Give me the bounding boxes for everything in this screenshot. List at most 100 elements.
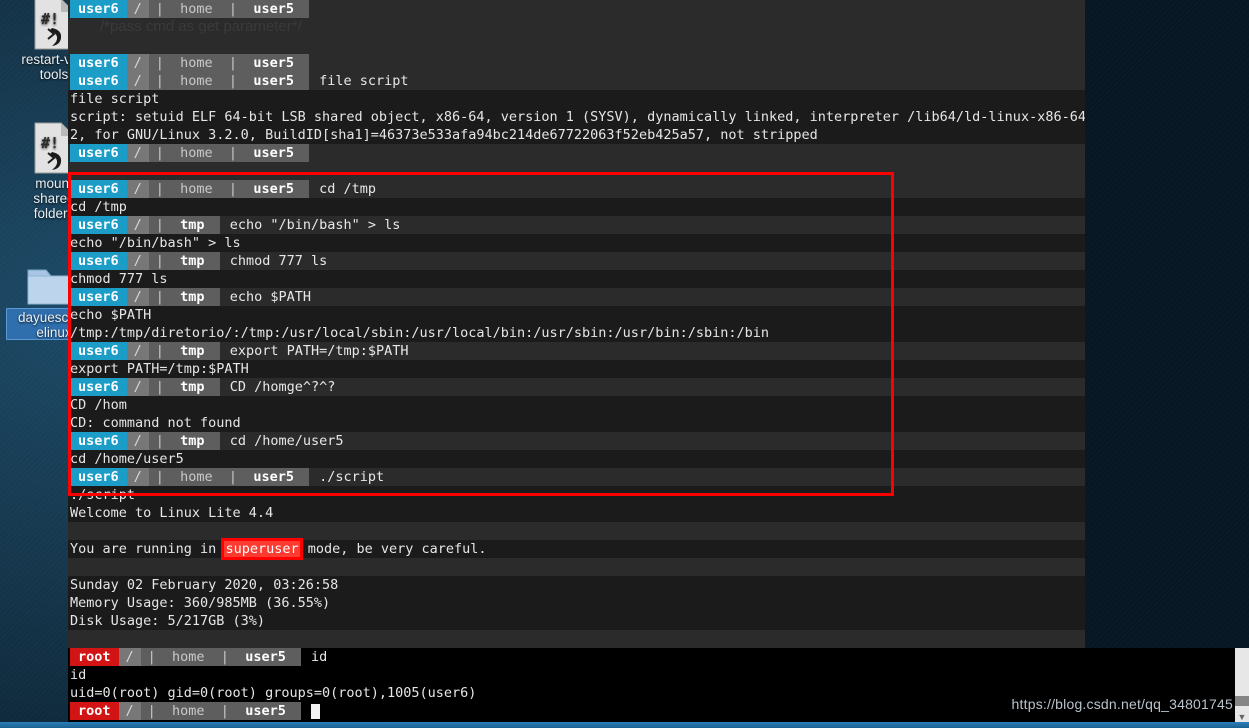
terminal-output-line: echo $PATH	[68, 306, 1085, 324]
prompt-user-segment: user6	[70, 72, 127, 90]
prompt-slash-segment: /	[118, 702, 141, 720]
terminal-output-line: Sunday 02 February 2020, 03:26:58	[68, 576, 1085, 594]
svg-text:#!: #!	[41, 10, 59, 28]
prompt-user-segment: user6	[70, 216, 127, 234]
prompt-user-segment: user6	[70, 180, 127, 198]
terminal-output-line: Welcome to Linux Lite 4.4	[68, 504, 1085, 522]
prompt-slash-segment: /	[126, 342, 149, 360]
prompt-slash-segment: /	[126, 252, 149, 270]
prompt-user-segment: user6	[70, 54, 127, 72]
prompt-slash-segment: /	[126, 72, 149, 90]
terminal-prompt-line: user6/| tmp echo "/bin/bash" > ls	[68, 216, 1085, 234]
prompt-user-segment: user6	[70, 378, 127, 396]
terminal-output-line: id	[70, 667, 87, 683]
terminal-output-line: You are running in superuser mode, be ve…	[68, 538, 1085, 560]
prompt-slash-segment: /	[126, 54, 149, 72]
prompt-path-segment: | home | user5	[148, 0, 310, 18]
prompt-path-segment: | home | user5	[140, 648, 301, 666]
prompt-user-segment: user6	[70, 144, 127, 162]
terminal-cursor	[310, 703, 320, 719]
svg-text:#!: #!	[41, 134, 59, 152]
terminal-output-line: script: setuid ELF 64-bit LSB shared obj…	[68, 108, 1085, 126]
terminal-command-text: chmod 777 ls	[229, 253, 328, 269]
terminal-prompt-line: user6/| home | user5	[68, 54, 1085, 72]
terminal-output-line: Memory Usage: 360/985MB (36.55%)	[68, 594, 1085, 612]
prompt-path-segment: | tmp	[148, 432, 220, 450]
terminal-faded-text: /*pass cmd as get parameter*/	[100, 18, 302, 35]
prompt-path-segment: | home | user5	[148, 468, 310, 486]
terminal-prompt-line: user6/| tmp echo $PATH	[68, 288, 1085, 306]
prompt-slash-segment: /	[118, 648, 141, 666]
prompt-path-segment: | tmp	[148, 252, 220, 270]
prompt-user-segment: user6	[70, 0, 127, 18]
terminal-output-line: file script	[68, 90, 1085, 108]
watermark-url: https://blog.csdn.net/qq_34801745	[1011, 696, 1233, 712]
terminal-prompt-line: user6/| tmp cd /home/user5	[68, 432, 1085, 450]
taskbar	[0, 722, 1249, 728]
prompt-user-segment: user6	[70, 468, 127, 486]
prompt-user-segment: user6	[70, 288, 127, 306]
terminal-prompt-line: user6/| home | user5	[68, 0, 1085, 18]
prompt-path-segment: | tmp	[148, 216, 220, 234]
terminal-output-line: ./script	[68, 486, 1085, 504]
prompt-slash-segment: /	[126, 180, 149, 198]
terminal-prompt-line: user6/| tmp export PATH=/tmp:$PATH	[68, 342, 1085, 360]
terminal-prompt-line: user6/| home | user5 ./script	[68, 468, 1085, 486]
prompt-slash-segment: /	[126, 144, 149, 162]
prompt-slash-segment: /	[126, 432, 149, 450]
terminal-prompt-line: user6/| tmp chmod 777 ls	[68, 252, 1085, 270]
terminal-command-text: echo "/bin/bash" > ls	[229, 217, 401, 233]
terminal-output-line: uid=0(root) gid=0(root) groups=0(root),1…	[70, 685, 477, 701]
terminal-output-line: cd /tmp	[68, 198, 1085, 216]
prompt-slash-segment: /	[126, 288, 149, 306]
terminal-output-line: CD: command not found	[68, 414, 1085, 432]
prompt-slash-segment: /	[126, 216, 149, 234]
prompt-user-segment: root	[70, 702, 119, 720]
terminal-window-lower[interactable]: root / | home | user5 id id uid=0(root) gid=…	[68, 648, 1249, 728]
terminal-command-text: ./script	[319, 469, 385, 485]
terminal-prompt-line: root / | home | user5 id	[68, 648, 1249, 666]
prompt-path-segment: | home | user5	[148, 144, 310, 162]
terminal-command-text: export PATH=/tmp:$PATH	[229, 343, 409, 359]
prompt-path-segment: | home | user5	[148, 72, 310, 90]
terminal-command-text: CD /homge^?^?	[229, 379, 336, 395]
prompt-path-segment: | tmp	[148, 288, 220, 306]
prompt-slash-segment: /	[126, 378, 149, 396]
prompt-user-segment: user6	[70, 252, 127, 270]
terminal-command-text: id	[310, 649, 328, 665]
terminal-window-upper[interactable]: user6/| home | user5 /*pass cmd as get p…	[68, 0, 1085, 650]
terminal-prompt-line: user6/| tmp CD /homge^?^?	[68, 378, 1085, 396]
prompt-slash-segment: /	[126, 0, 149, 18]
terminal-output-line: chmod 777 ls	[68, 270, 1085, 288]
terminal-output-line: export PATH=/tmp:$PATH	[68, 360, 1085, 378]
terminal-command-text: cd /tmp	[319, 181, 377, 197]
terminal-output-line: 2, for GNU/Linux 3.2.0, BuildID[sha1]=46…	[68, 126, 1085, 144]
terminal-output-line: cd /home/user5	[68, 450, 1085, 468]
prompt-path-segment: | home | user5	[140, 702, 301, 720]
terminal-prompt-line: user6/| home | user5	[68, 144, 1085, 162]
superuser-highlight: superuser	[221, 538, 303, 560]
prompt-user-segment: user6	[70, 342, 127, 360]
terminal-command-text: echo $PATH	[229, 289, 311, 305]
prompt-user-segment: root	[70, 648, 119, 666]
prompt-path-segment: | tmp	[148, 378, 220, 396]
prompt-slash-segment: /	[126, 468, 149, 486]
prompt-user-segment: user6	[70, 432, 127, 450]
terminal-output-line: echo "/bin/bash" > ls	[68, 234, 1085, 252]
terminal-command-text: cd /home/user5	[229, 433, 344, 449]
prompt-path-segment: | home | user5	[148, 180, 310, 198]
screen: #! restart-vm-tools #! mount shared folder…	[0, 0, 1249, 728]
terminal-upper-content: user6/| home | user5 /*pass cmd as get p…	[68, 0, 1085, 630]
terminal-output-line: Disk Usage: 5/217GB (3%)	[68, 612, 1085, 630]
terminal-prompt-line: user6/| home | user5 file script	[68, 72, 1085, 90]
prompt-path-segment: | tmp	[148, 342, 220, 360]
terminal-prompt-line: user6/| home | user5 cd /tmp	[68, 180, 1085, 198]
prompt-path-segment: | home | user5	[148, 54, 310, 72]
terminal-output-line: CD /hom	[68, 396, 1085, 414]
terminal-output-line: /tmp:/tmp/diretorio/:/tmp:/usr/local/sbi…	[68, 324, 1085, 342]
terminal-command-text: file script	[319, 73, 409, 89]
